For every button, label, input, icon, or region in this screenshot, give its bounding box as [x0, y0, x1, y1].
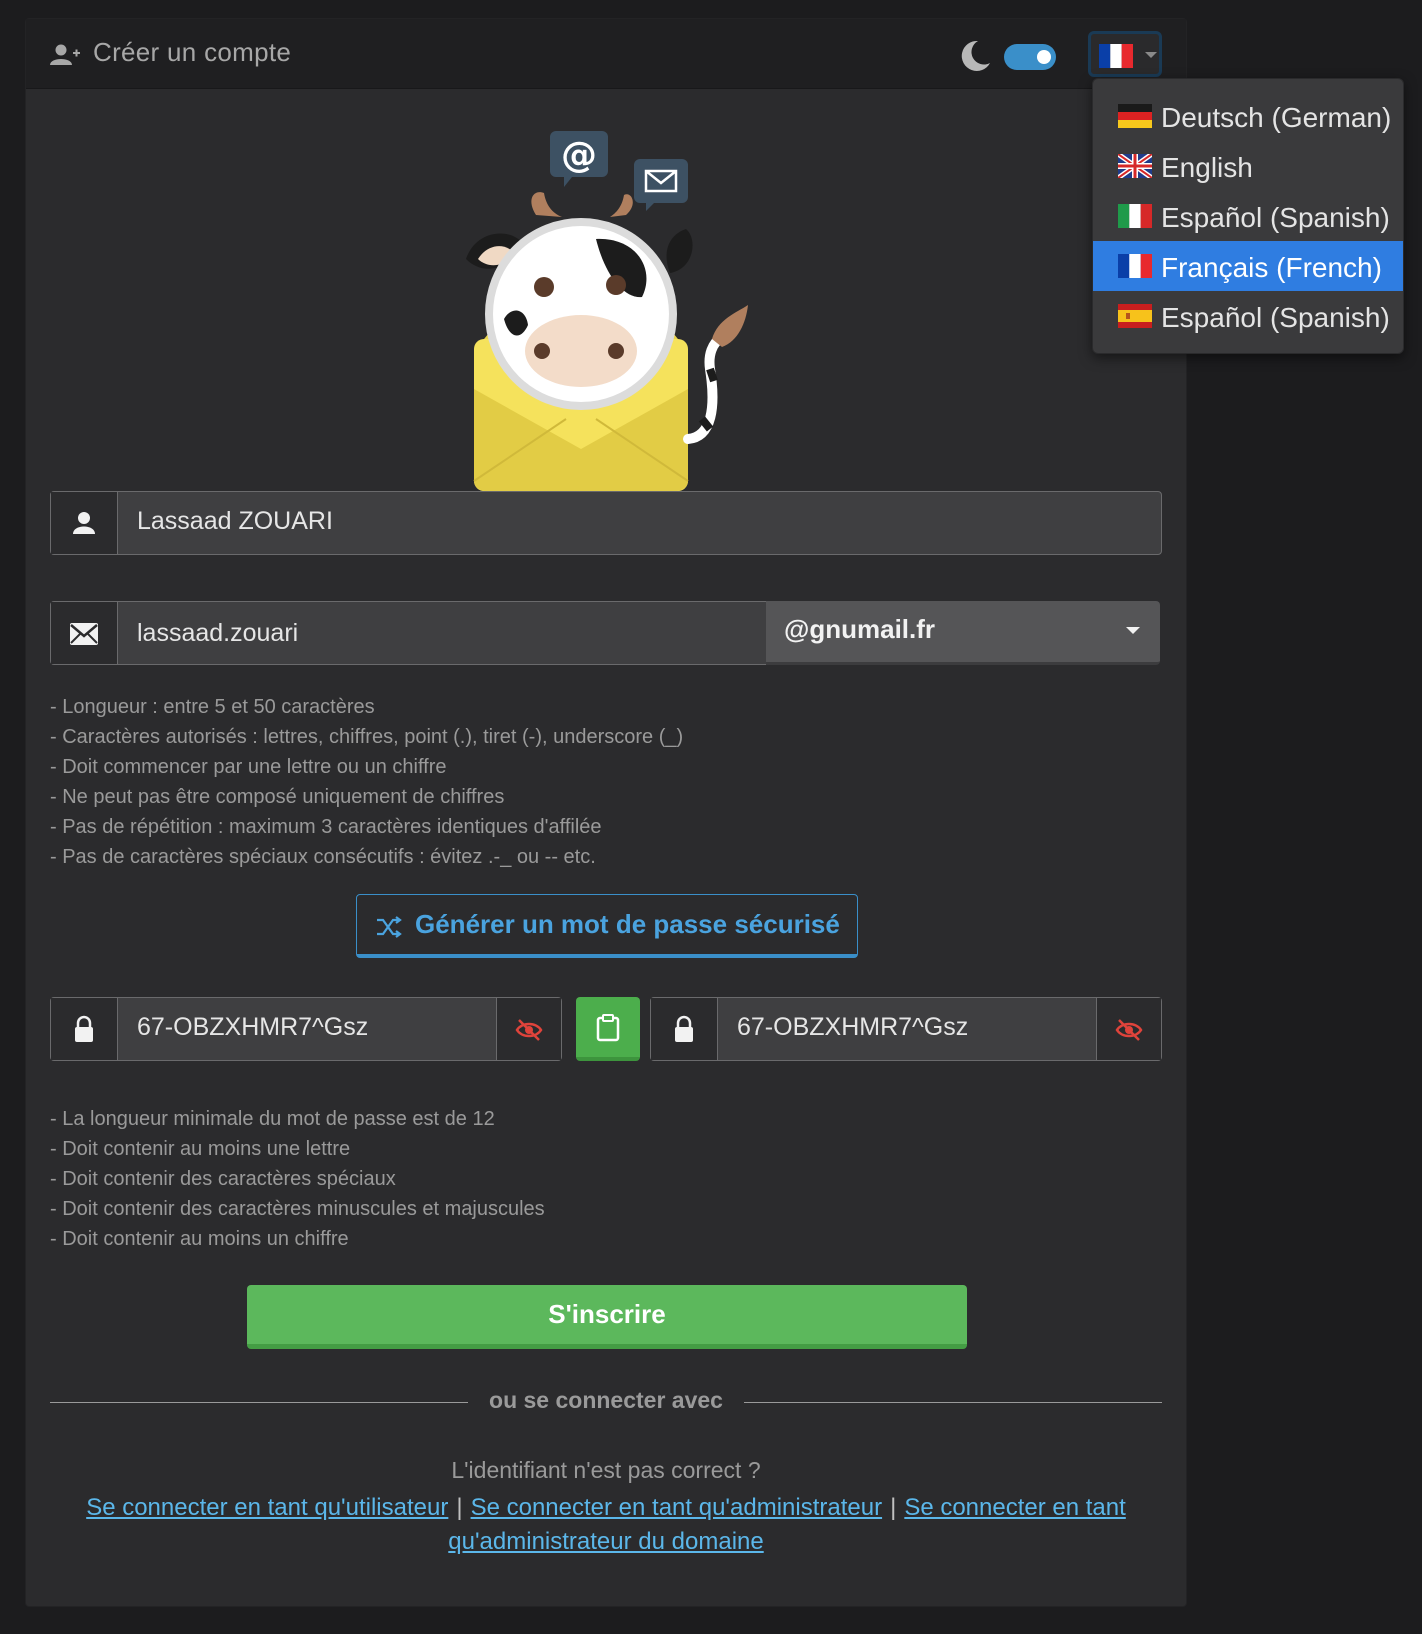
- eye-slash-icon: [515, 1019, 543, 1041]
- password-confirm-input[interactable]: 67-OBZXHMR7^Gsz: [737, 1013, 968, 1042]
- generate-password-button[interactable]: Générer un mot de passe sécurisé: [356, 894, 858, 958]
- email-rule: - Ne peut pas être composé uniquement de…: [50, 786, 505, 808]
- flag-it-icon: [1118, 204, 1152, 228]
- domain-select[interactable]: @gnumail.fr: [766, 601, 1160, 665]
- language-label: English: [1161, 152, 1253, 183]
- toggle-knob: [1037, 50, 1051, 64]
- language-option-en[interactable]: English: [1093, 141, 1403, 191]
- dark-mode-toggle[interactable]: [1004, 44, 1056, 70]
- email-input[interactable]: lassaad.zouari: [137, 619, 298, 648]
- add-user-icon: [50, 44, 80, 65]
- language-option-it[interactable]: Español (Spanish): [1093, 191, 1403, 241]
- fullname-addon: [51, 492, 118, 554]
- clipboard-icon: [596, 1014, 620, 1042]
- email-rule: - Caractères autorisés : lettres, chiffr…: [50, 726, 684, 748]
- password-rule: - Doit contenir des caractères spéciaux: [50, 1168, 396, 1190]
- login-user-link[interactable]: Se connecter en tant qu'utilisateur: [86, 1494, 448, 1521]
- flag-fr-icon: [1099, 44, 1133, 68]
- link-separator: |: [456, 1494, 463, 1521]
- shuffle-icon: [377, 916, 402, 938]
- password-confirm-addon: [651, 998, 718, 1060]
- email-rule: - Doit commencer par une lettre ou un ch…: [50, 756, 447, 778]
- toggle-password-confirm-visibility[interactable]: [1096, 998, 1161, 1060]
- language-option-fr[interactable]: Français (French): [1093, 241, 1403, 291]
- signup-submit-button[interactable]: S'inscrire: [247, 1285, 967, 1349]
- divider-text: ou se connecter avec: [489, 1387, 723, 1413]
- password-field: 67-OBZXHMR7^Gsz: [50, 997, 562, 1061]
- language-selector[interactable]: [1088, 31, 1162, 77]
- language-label: Español (Spanish): [1161, 202, 1390, 233]
- email-rule: - Longueur : entre 5 et 50 caractères: [50, 696, 375, 718]
- email-field: lassaad.zouari: [50, 601, 768, 665]
- signup-submit-label: S'inscrire: [548, 1299, 666, 1329]
- password-addon: [51, 998, 118, 1060]
- language-label: Español (Spanish): [1161, 302, 1390, 333]
- email-addon: [51, 602, 118, 664]
- envelope-icon: [70, 623, 98, 645]
- flag-es-icon: [1118, 304, 1152, 328]
- eye-slash-icon: [1115, 1019, 1143, 1041]
- toggle-password-visibility[interactable]: [496, 998, 561, 1060]
- svg-text:@: @: [561, 135, 597, 176]
- password-rule: - Doit contenir au moins une lettre: [50, 1138, 351, 1160]
- password-rule: - La longueur minimale du mot de passe e…: [50, 1108, 495, 1130]
- page-title: Créer un compte: [93, 37, 292, 67]
- language-menu: Deutsch (German) English Español (Spanis…: [1092, 78, 1404, 354]
- link-separator: |: [890, 1494, 897, 1521]
- card-header: Créer un compte: [26, 19, 1186, 89]
- login-admin-link[interactable]: Se connecter en tant qu'administrateur: [471, 1494, 883, 1521]
- email-rules: - Longueur : entre 5 et 50 caractères - …: [50, 692, 683, 872]
- fullname-field: Lassaad ZOUARI: [50, 491, 1162, 555]
- user-icon: [73, 512, 95, 534]
- email-rule: - Pas de répétition : maximum 3 caractèr…: [50, 816, 602, 838]
- password-rules: - La longueur minimale du mot de passe e…: [50, 1104, 545, 1254]
- lock-icon: [675, 1015, 693, 1042]
- password-rule: - Doit contenir au moins un chiffre: [50, 1228, 349, 1250]
- language-label: Deutsch (German): [1161, 102, 1392, 133]
- moon-icon: [961, 40, 990, 71]
- cow-mail-logo: @: [466, 131, 748, 491]
- chevron-down-icon: [1126, 627, 1140, 634]
- login-question: L'identifiant n'est pas correct ?: [451, 1457, 761, 1483]
- password-rule: - Doit contenir des caractères minuscule…: [50, 1198, 545, 1220]
- chevron-down-icon: [1145, 52, 1157, 58]
- copy-password-button[interactable]: [576, 997, 640, 1061]
- language-option-de[interactable]: Deutsch (German): [1093, 91, 1403, 141]
- flag-fr-icon: [1118, 254, 1152, 278]
- language-option-es[interactable]: Español (Spanish): [1093, 291, 1403, 341]
- generate-password-label: Générer un mot de passe sécurisé: [415, 909, 840, 939]
- signup-card: Créer un compte @ Lassaad ZOUARI lassaad…: [25, 18, 1187, 1607]
- language-label: Français (French): [1161, 252, 1382, 283]
- fullname-input[interactable]: Lassaad ZOUARI: [137, 507, 333, 536]
- password-input[interactable]: 67-OBZXHMR7^Gsz: [137, 1013, 368, 1042]
- flag-de-icon: [1118, 104, 1152, 128]
- lock-icon: [75, 1015, 93, 1042]
- email-rule: - Pas de caractères spéciaux consécutifs…: [50, 846, 596, 868]
- password-confirm-field: 67-OBZXHMR7^Gsz: [650, 997, 1162, 1061]
- login-links: Se connecter en tant qu'utilisateur | Se c…: [60, 1491, 1152, 1559]
- flag-gb-icon: [1118, 154, 1152, 178]
- domain-value: @gnumail.fr: [784, 614, 936, 644]
